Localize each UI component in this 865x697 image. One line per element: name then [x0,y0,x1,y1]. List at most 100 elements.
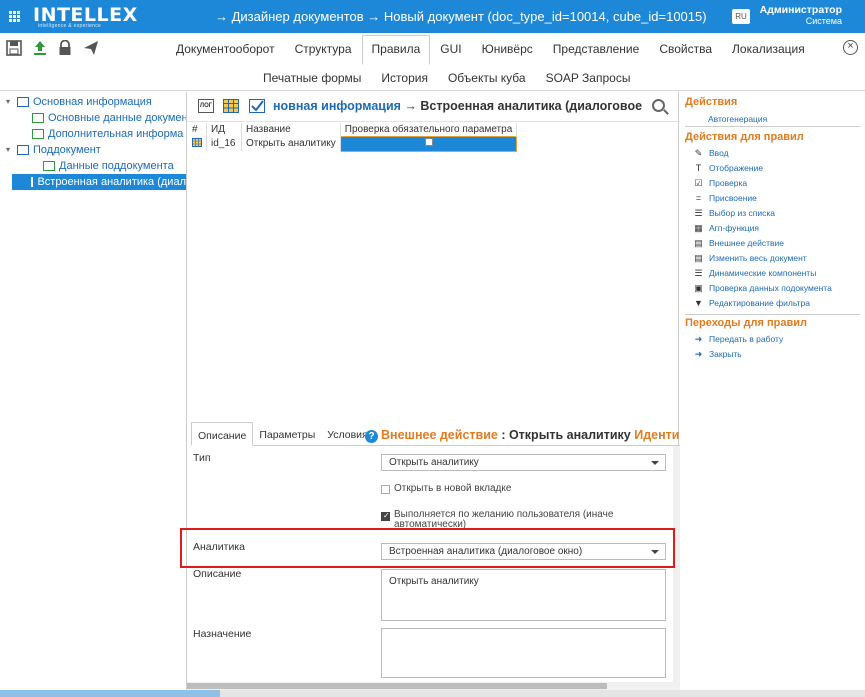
tree-node[interactable]: ▾ Основная информация [6,94,152,110]
tree-node-label: Данные поддокумента [59,160,174,172]
tree-node[interactable]: Данные поддокумента [43,158,174,174]
document-icon [32,113,44,123]
purpose-label: Назначение [193,628,252,640]
taskbar-item[interactable] [0,690,220,697]
rule-action-item[interactable]: ▣ Проверка данных подокумента [694,283,832,293]
tab-rules[interactable]: Правила [361,35,431,65]
horizontal-scrollbar[interactable] [187,682,680,690]
pencil-icon: ✎ [694,147,703,158]
tab-gui[interactable]: GUI [430,35,471,63]
tab-print-forms[interactable]: Печатные формы [253,68,371,88]
tree-node[interactable]: Основные данные докумен [32,110,188,126]
send-icon[interactable] [83,40,99,56]
help-icon[interactable]: ? [365,430,378,443]
rule-action-item[interactable]: T Отображение [694,163,763,173]
action-autogen[interactable]: Автогенерация [708,114,767,124]
document-icon: ▤ [694,252,703,263]
rule-action-label: Динамические компоненты [709,268,817,278]
arrow-icon: ➜ [694,348,703,359]
logo-tagline: intelligence & experience [38,23,102,29]
rule-action-item[interactable]: ✎ Ввод [694,148,729,158]
description-textarea[interactable]: Открыть аналитику [381,569,666,621]
transitions-title: Переходы для правил [685,317,808,329]
rule-action-item[interactable]: = Присвоение [694,193,757,203]
column-header[interactable]: Название [241,123,341,136]
transition-item[interactable]: ➜ Закрыть [694,349,742,359]
upload-icon[interactable] [32,40,48,56]
rule-action-label: Агп-функция [709,223,759,233]
new-tab-checkbox[interactable]: Открыть в новой вкладке [381,483,511,494]
tab-soap-requests[interactable]: SOAP Запросы [536,68,641,88]
rule-action-label: Проверка [709,178,748,188]
check-icon[interactable] [249,99,265,113]
tab-description[interactable]: Описание [191,422,254,446]
rule-action-item[interactable]: ▤ Внешнее действие [694,238,784,248]
close-icon[interactable]: × [843,40,858,55]
check-icon: ☑ [694,177,703,188]
list-icon: ☰ [694,267,703,278]
user-name: Администратор [759,4,842,16]
collapse-toggle-icon[interactable]: ▾ [6,142,15,158]
top-bar: INTELLEX intelligence & experience → Диз… [0,0,865,33]
rules-title-rest: → Встроенная аналитика (диалоговое окно) [404,99,643,113]
tab-properties[interactable]: Свойства [649,35,722,63]
highlight-box [180,528,675,568]
search-icon[interactable] [652,99,665,112]
table-check-icon: ▣ [694,282,703,293]
checkbox[interactable] [381,485,390,494]
tree-node[interactable]: Дополнительная информа [32,126,183,142]
document-icon [31,177,34,187]
tab-cube-objects[interactable]: Объекты куба [438,68,536,88]
tab-docflow[interactable]: Документооборот [166,35,285,63]
divider [685,126,860,127]
document-icon [17,97,29,107]
checkbox-checked[interactable] [381,511,390,521]
arrow-icon: ➜ [694,333,703,344]
tab-structure[interactable]: Структура [285,35,362,63]
transition-item[interactable]: ➜ Передать в работу [694,333,784,344]
collapse-toggle-icon[interactable]: ▾ [6,94,15,110]
column-header[interactable]: ИД [206,123,242,136]
form-title-id: Идентифика [634,428,680,442]
user-menu[interactable]: Администратор Система [760,4,842,26]
rule-action-item[interactable]: ☰ Динамические компоненты [694,268,816,278]
apps-grid-icon[interactable] [9,11,20,22]
rule-action-item[interactable]: ☰ Выбор из списка [694,208,775,218]
scrollbar-thumb[interactable] [187,683,607,689]
table-row[interactable]: id_16 Открыть аналитику [188,135,518,152]
column-header[interactable]: # [188,123,207,136]
tree-node[interactable]: ▾ Поддокумент [6,142,101,158]
required-check-cell[interactable] [339,135,518,152]
tree-node-label: Основные данные докумен [48,112,188,124]
column-header[interactable]: Проверка обязательного параметра [340,123,518,136]
taskbar-strip [0,690,865,697]
tab-history[interactable]: История [371,68,438,88]
document-icon [32,129,44,139]
equals-icon: = [695,192,702,203]
purpose-textarea[interactable] [381,628,666,678]
type-select[interactable]: Открыть аналитику [381,454,666,471]
filter-icon: ▼ [694,297,703,308]
language-selector[interactable]: RU [732,9,750,24]
lock-icon[interactable] [57,40,73,56]
rule-action-item[interactable]: ☑ Проверка [694,178,747,188]
rule-action-item[interactable]: ▤ Изменить весь документ [694,252,806,263]
rule-action-label: Проверка данных подокумента [709,283,832,293]
optional-checkbox[interactable]: Выполняется по желанию пользователя (ина… [381,510,613,530]
checkbox[interactable] [424,138,433,146]
tab-parameters[interactable]: Параметры [253,422,321,446]
rule-action-label: Присвоение [709,193,757,203]
tree-node-selected[interactable]: Встроенная аналитика (диал [12,174,186,190]
tree-node-label: Дополнительная информа [48,128,184,140]
rules-table: # ИД Название Проверка обязательного пар… [188,123,518,152]
tab-localization[interactable]: Локализация [722,35,815,63]
rules-title: новная информация → Встроенная аналитика… [273,99,643,113]
list-icon: ☰ [694,207,703,218]
tab-universe[interactable]: Юнивёрс [472,35,543,63]
save-icon[interactable] [6,40,22,56]
rule-action-item[interactable]: ▦ Агп-функция [694,223,759,233]
tab-view[interactable]: Представление [543,35,650,63]
log-icon[interactable]: ЛОГ [198,99,214,113]
rule-action-item[interactable]: ▼ Редактирование фильтра [694,298,810,308]
grid-icon[interactable] [223,99,239,113]
